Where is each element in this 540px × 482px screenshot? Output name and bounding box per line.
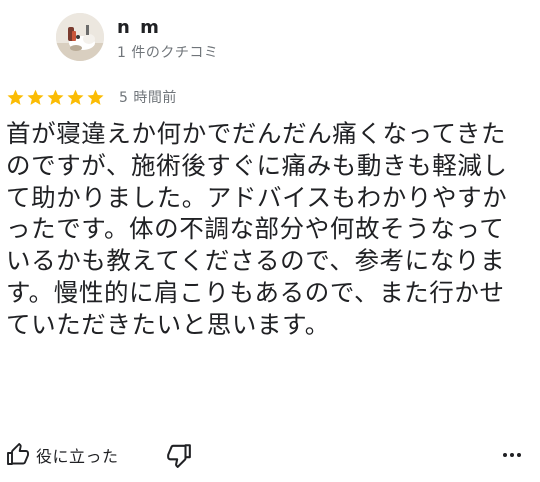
rating-row: 5 時間前 — [6, 86, 177, 108]
more-dot — [510, 453, 514, 457]
more-horizontal-icon — [503, 453, 507, 457]
thumbs-down-icon — [167, 444, 191, 468]
more-dot — [517, 453, 521, 457]
helpful-button[interactable]: 役に立った — [6, 440, 119, 470]
star-icon — [67, 89, 84, 105]
star-icon — [7, 89, 24, 105]
avatar[interactable] — [56, 13, 104, 61]
review-time: 5 時間前 — [119, 90, 177, 106]
review-card: n m 1 件のクチコミ 5 時間前 首が寝違えか何かでだんだん痛くなってきたの… — [0, 0, 540, 482]
star-icon — [87, 89, 104, 105]
more-options-button[interactable] — [500, 445, 524, 465]
avatar-photo — [56, 13, 104, 61]
review-text: 首が寝違えか何かでだんだん痛くなってきたのですが、施術後すぐに痛みも動きも軽減し… — [6, 119, 508, 339]
author-review-count: 1 件のクチコミ — [117, 45, 219, 61]
thumbs-up-icon — [7, 443, 29, 465]
not-helpful-button[interactable] — [166, 442, 192, 468]
star-icon — [47, 89, 64, 105]
star-rating — [6, 88, 105, 107]
star-icon — [27, 89, 44, 105]
helpful-label: 役に立った — [36, 447, 119, 466]
review-action-bar: 役に立った — [0, 438, 540, 472]
author-name[interactable]: n m — [117, 17, 161, 38]
